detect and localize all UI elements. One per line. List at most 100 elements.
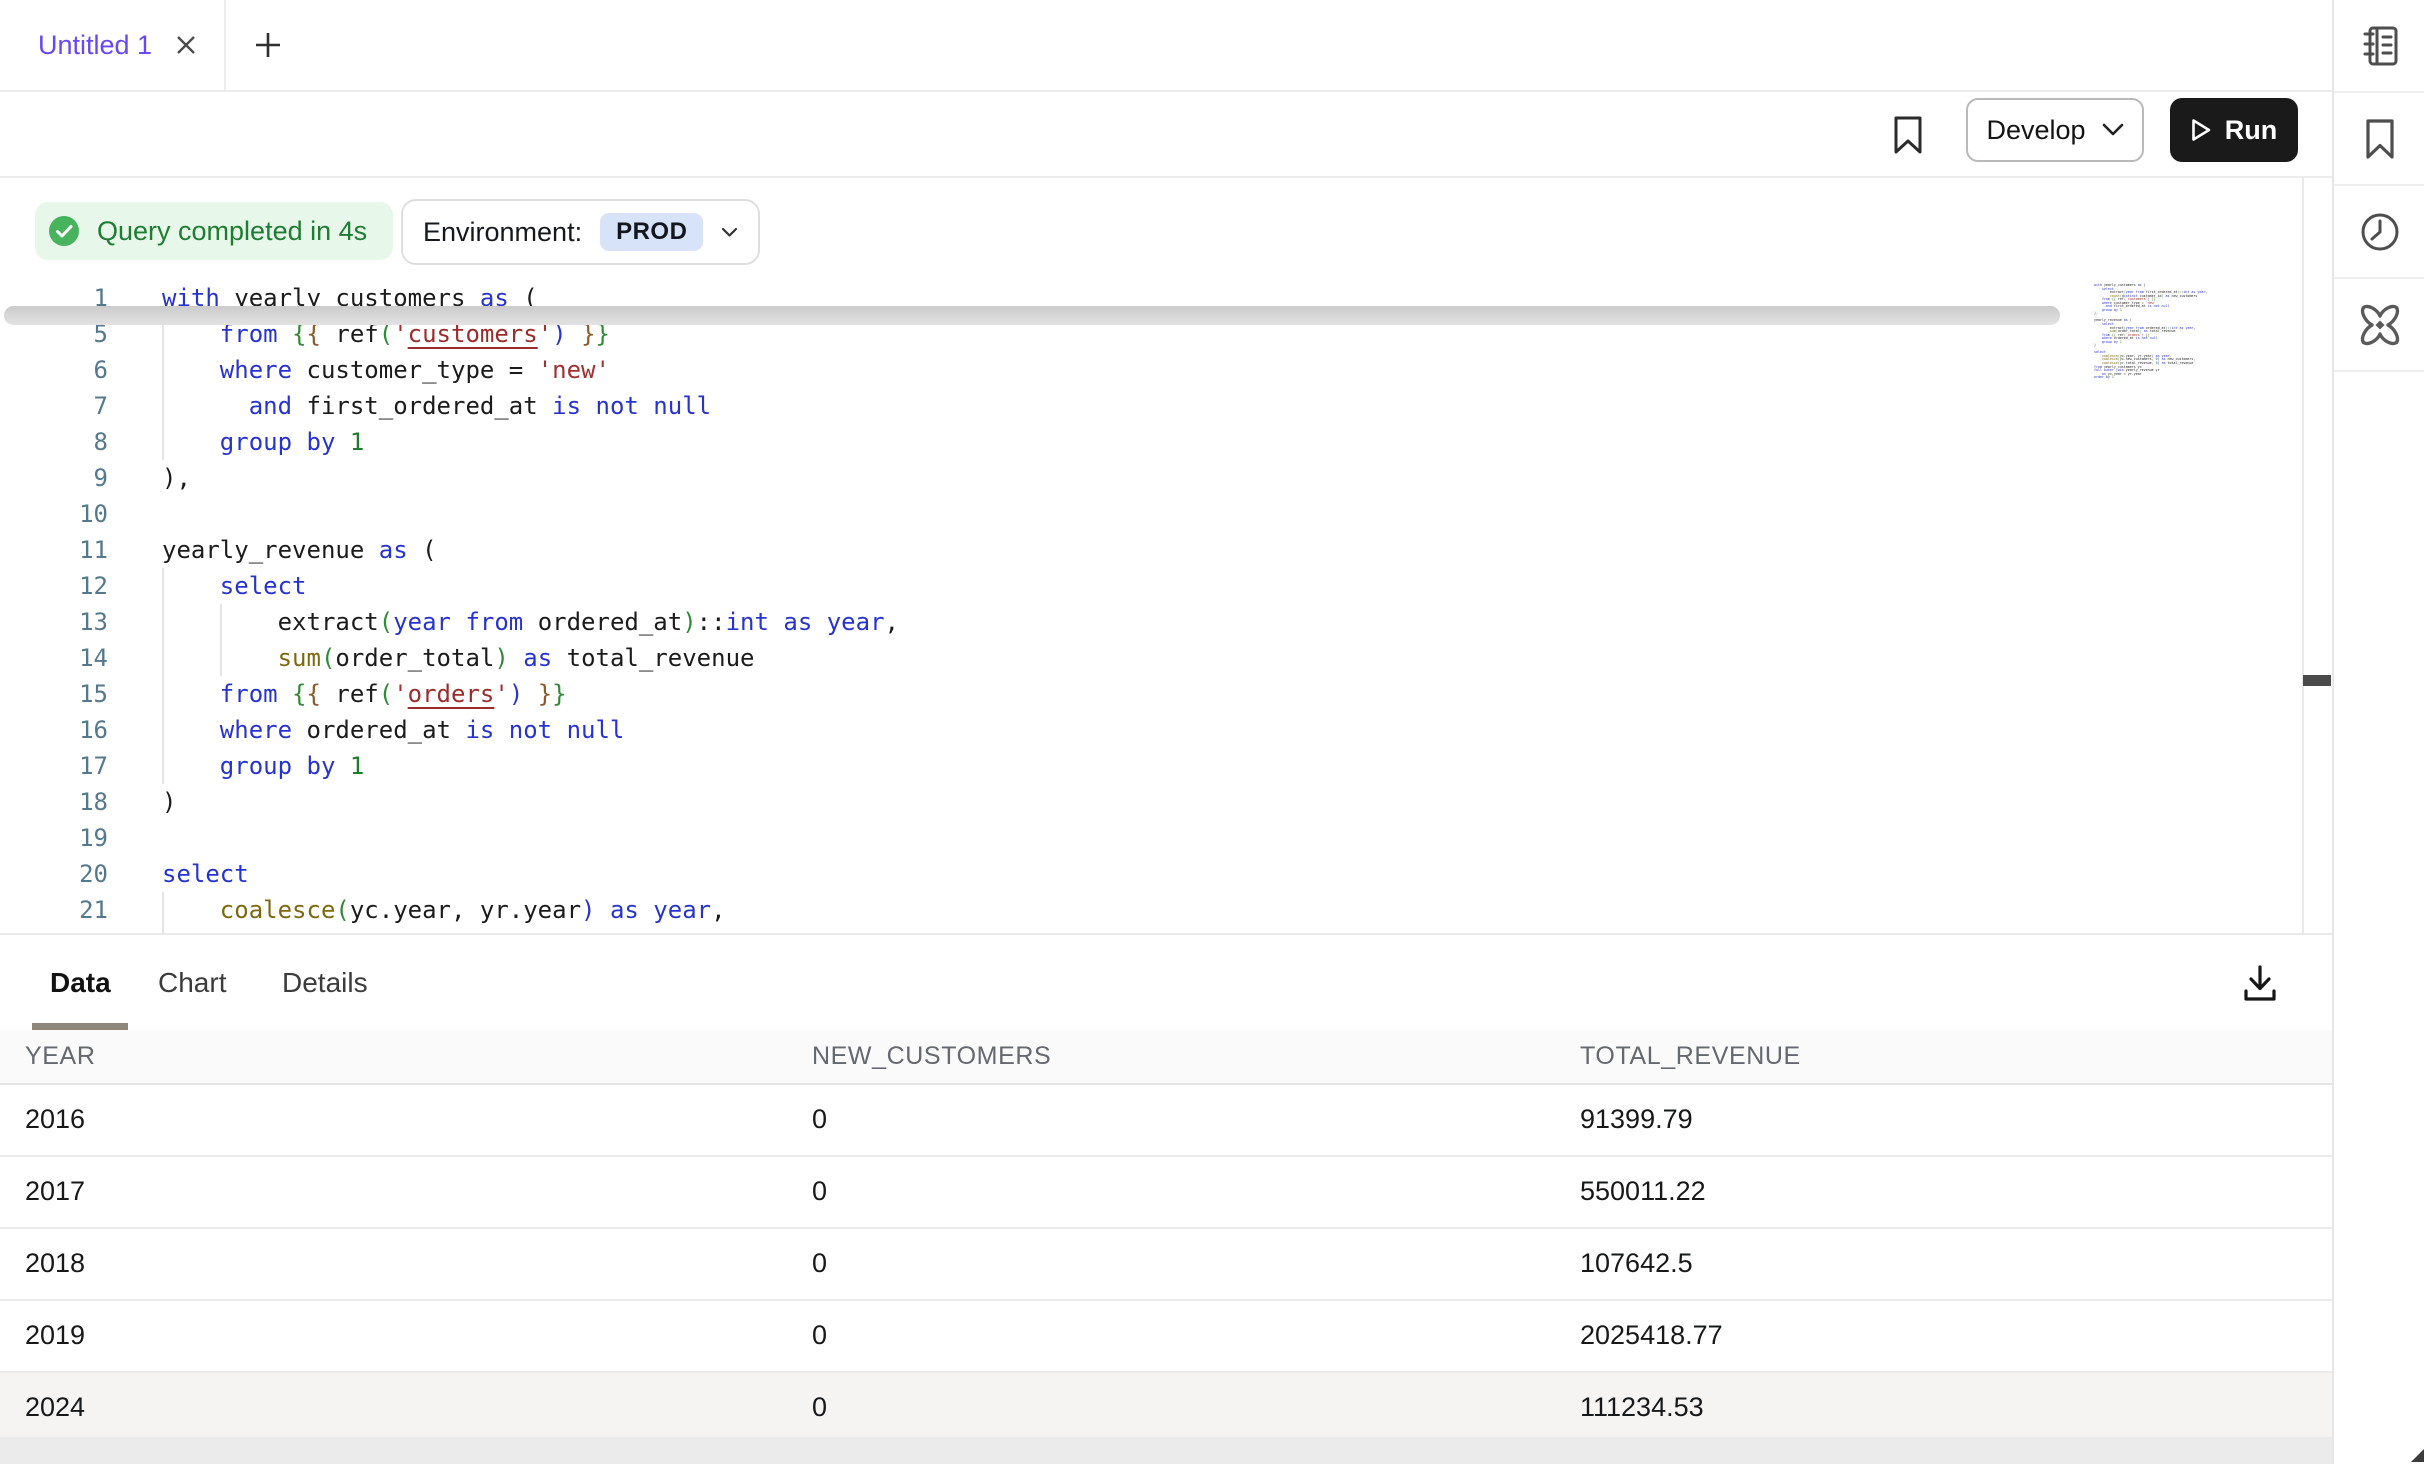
- code-text: select: [162, 856, 249, 892]
- rail-item-notebook[interactable]: [2334, 0, 2424, 93]
- table-cell: 0: [812, 1373, 827, 1441]
- code-line[interactable]: 19: [0, 820, 2332, 856]
- column-header[interactable]: NEW_CUSTOMERS: [812, 1030, 1051, 1083]
- table-cell: 0: [812, 1157, 827, 1225]
- table-cell: 0: [812, 1229, 827, 1297]
- scrollbar-track: [2302, 178, 2304, 933]
- environment-label: Environment:: [423, 217, 582, 248]
- code-line[interactable]: 17 group by 1: [0, 748, 2332, 784]
- table-row[interactable]: 2019 0 2025418.77: [0, 1301, 2332, 1373]
- line-number: 12: [0, 568, 108, 604]
- results-tab-data[interactable]: Data: [50, 935, 111, 1030]
- results-tab-bar: Data Chart Details: [0, 933, 2332, 1032]
- code-line[interactable]: 14 sum(order_total) as total_revenue: [0, 640, 2332, 676]
- toolbar: Develop Run: [0, 92, 2332, 178]
- notebook-icon: [2357, 23, 2403, 69]
- new-tab-button[interactable]: [240, 0, 296, 90]
- code-text: ),: [162, 460, 191, 496]
- tab-title: Untitled 1: [38, 30, 152, 61]
- check-circle-icon: [47, 214, 81, 248]
- code-line[interactable]: 15 from {{ ref('orders') }}: [0, 676, 2332, 712]
- chevron-down-icon: [2102, 123, 2124, 137]
- rail-item-bookmarks[interactable]: [2334, 93, 2424, 186]
- line-number: 9: [0, 460, 108, 496]
- table-row[interactable]: 20180107642.5: [0, 1229, 2332, 1301]
- line-number: 7: [0, 388, 108, 424]
- column-header[interactable]: YEAR: [25, 1030, 95, 1083]
- tab-divider: [224, 0, 226, 90]
- minimap[interactable]: with yearly_customers as ( select extrac…: [2094, 284, 2226, 380]
- code-line[interactable]: 11 yearly_revenue as (: [0, 532, 2332, 568]
- bookmark-button[interactable]: [1886, 112, 1930, 158]
- run-button[interactable]: Run: [2170, 98, 2298, 162]
- code-line[interactable]: 8 group by 1: [0, 424, 2332, 460]
- run-label: Run: [2225, 115, 2277, 146]
- develop-dropdown[interactable]: Develop: [1966, 98, 2144, 162]
- horizontal-scrollbar[interactable]: [4, 306, 2060, 325]
- line-number: 14: [0, 640, 108, 676]
- rail-item-history[interactable]: [2334, 186, 2424, 279]
- table-row[interactable]: 20240111234.53: [0, 1373, 2332, 1445]
- results-tab-details[interactable]: Details: [282, 935, 368, 1030]
- code-line[interactable]: 13 extract(year from ordered_at)::int as…: [0, 604, 2332, 640]
- table-cell: 550011.22: [1580, 1157, 1706, 1225]
- query-status-badge: Query completed in 4s: [35, 202, 393, 260]
- code-text: yearly_revenue as (: [162, 532, 437, 568]
- code-text: select: [162, 568, 307, 604]
- results-tab-chart[interactable]: Chart: [158, 935, 226, 1030]
- table-cell: 2017: [25, 1157, 85, 1225]
- rail-item-lineage[interactable]: [2334, 279, 2424, 372]
- code-text: group by 1: [162, 424, 364, 460]
- code-line[interactable]: 18): [0, 784, 2332, 820]
- bookmark-icon: [1892, 115, 1924, 155]
- code-text: extract(year from ordered_at)::int as ye…: [162, 604, 899, 640]
- ide-window: Untitled 1 Develop: [0, 0, 2424, 1464]
- play-icon: [2191, 118, 2212, 142]
- table-cell: 2019: [25, 1301, 85, 1369]
- download-icon: [2238, 961, 2282, 1005]
- code-text: coalesce(yc.year, yr.year) as year,: [162, 892, 726, 928]
- code-line[interactable]: 9),: [0, 460, 2332, 496]
- table-cell: 2016: [25, 1085, 85, 1153]
- table-row[interactable]: 2016091399.79: [0, 1085, 2332, 1157]
- history-icon: [2358, 210, 2402, 254]
- column-header[interactable]: TOTAL_REVENUE: [1580, 1030, 1801, 1083]
- environment-selector[interactable]: Environment: PROD: [401, 199, 760, 265]
- code-text: group by 1: [162, 748, 364, 784]
- develop-label: Develop: [1986, 115, 2085, 146]
- code-line[interactable]: 10: [0, 496, 2332, 532]
- code-lines: 1with yearly_customers as (5 from {{ ref…: [0, 280, 2332, 933]
- code-editor[interactable]: 1with yearly_customers as (5 from {{ ref…: [0, 280, 2332, 933]
- bookmark-icon: [2360, 117, 2400, 161]
- scrollbar-handle[interactable]: [2303, 675, 2331, 686]
- line-number: 16: [0, 712, 108, 748]
- code-text: from {{ ref('orders') }}: [162, 676, 567, 712]
- line-number: 17: [0, 748, 108, 784]
- table-cell: 0: [812, 1301, 827, 1369]
- code-text: ): [162, 784, 176, 820]
- editor-tab-bar: Untitled 1: [0, 0, 2332, 92]
- download-button[interactable]: [2232, 957, 2288, 1009]
- code-line[interactable]: 20select: [0, 856, 2332, 892]
- right-icon-rail: [2332, 0, 2424, 1464]
- code-line[interactable]: 6 where customer_type = 'new': [0, 352, 2332, 388]
- tab-untitled-1[interactable]: Untitled 1: [0, 0, 222, 90]
- code-line[interactable]: 16 where ordered_at is not null: [0, 712, 2332, 748]
- active-tab-indicator: [32, 1023, 128, 1030]
- table-cell: 2025418.77: [1580, 1301, 1723, 1369]
- results-table-header: YEAR NEW_CUSTOMERS TOTAL_REVENUE: [0, 1030, 2332, 1085]
- plus-icon: [254, 31, 282, 59]
- table-row[interactable]: 2017 0 550011.22: [0, 1157, 2332, 1229]
- close-icon[interactable]: [174, 33, 198, 57]
- code-line[interactable]: 21 coalesce(yc.year, yr.year) as year,: [0, 892, 2332, 928]
- code-line[interactable]: 7 and first_ordered_at is not null: [0, 388, 2332, 424]
- resize-corner[interactable]: [2411, 1449, 2424, 1462]
- line-number: 21: [0, 892, 108, 928]
- line-number: 11: [0, 532, 108, 568]
- line-number: 8: [0, 424, 108, 460]
- code-line[interactable]: 12 select: [0, 568, 2332, 604]
- code-text: and first_ordered_at is not null: [162, 388, 711, 424]
- table-bottom-strip: [0, 1437, 2332, 1464]
- line-number: 13: [0, 604, 108, 640]
- line-number: 18: [0, 784, 108, 820]
